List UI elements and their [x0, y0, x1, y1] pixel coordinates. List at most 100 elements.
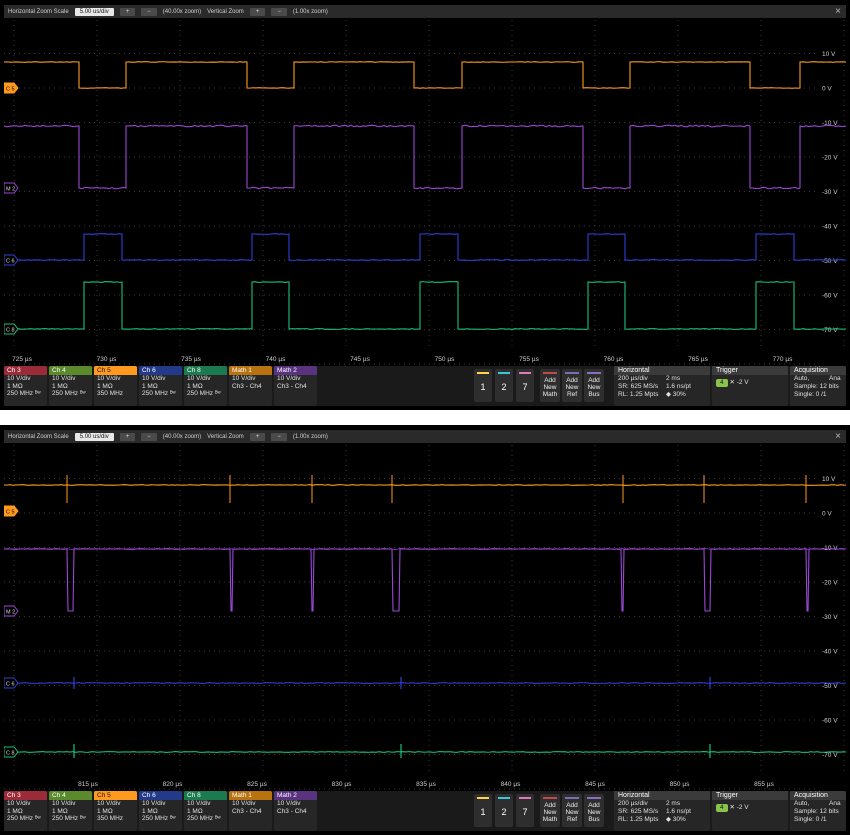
close-icon[interactable]: ×: [835, 430, 841, 443]
trigger-panel[interactable]: Trigger 4 ✕ -2 V: [712, 791, 788, 831]
svg-text:M 2: M 2: [6, 610, 15, 616]
acquisition-panel[interactable]: Acquisition Auto, Ana Sample: 12 bits Si…: [790, 791, 846, 831]
acq-sample: Sample: 12 bits: [790, 808, 846, 816]
zoom-plus-button[interactable]: +: [120, 433, 136, 441]
vzoom-plus-button[interactable]: +: [250, 433, 266, 441]
volt-tick-label: -60 V: [822, 293, 838, 300]
acq-mode: Auto,: [794, 375, 809, 382]
vzoom-plus-button[interactable]: +: [250, 8, 266, 16]
scope-screen-top: Horizontal Zoom Scale 5.00 us/div + − (4…: [0, 0, 850, 410]
h-pct: ◆ 30%: [666, 391, 686, 399]
channel-badge-math1[interactable]: Math 1 10 V/div Ch3 - Ch4: [229, 366, 272, 406]
channel-number-button-2[interactable]: 2: [495, 369, 513, 402]
channel-badge-ch4[interactable]: Ch 4 10 V/div 1 MΩ 250 MHz ᴮʷ: [49, 791, 92, 831]
time-tick-label: 750 µs: [435, 356, 455, 363]
channel-number-button-1[interactable]: 1: [474, 369, 492, 402]
channel-number-button-1[interactable]: 1: [474, 794, 492, 827]
channel-badge-ch6[interactable]: Ch 6 10 V/div 1 MΩ 250 MHz ᴮʷ: [139, 366, 182, 406]
channel-badge-header: Math 1: [229, 791, 272, 800]
add-new-bus-button[interactable]: Add New Bus: [584, 369, 604, 402]
h-rl: RL: 1.25 Mpts: [618, 391, 658, 398]
channel-number-button-2[interactable]: 2: [495, 794, 513, 827]
channel-badge-line: 1 MΩ: [4, 383, 47, 391]
svg-text:M 2: M 2: [6, 187, 15, 193]
zoom-toolbar: Horizontal Zoom Scale 5.00 us/div + − (4…: [4, 5, 846, 18]
channel-badge-ch3[interactable]: Ch 3 10 V/div 1 MΩ 250 MHz ᴮʷ: [4, 366, 47, 406]
waveform-svg: 10 V0 V-10 V-20 V-30 V-40 V-50 V-60 V-70…: [4, 445, 846, 790]
time-tick-label: 830 µs: [332, 781, 352, 788]
panel-title: Trigger: [712, 791, 788, 800]
trigger-level: -2 V: [737, 379, 749, 386]
horizontal-panel[interactable]: Horizontal 200 µs/div 2 ms SR: 625 MS/s 1.…: [614, 366, 710, 406]
h-scale: 200 µs/div: [618, 375, 648, 382]
channel-badge-ch4[interactable]: Ch 4 10 V/div 1 MΩ 250 MHz ᴮʷ: [49, 366, 92, 406]
trace-label[interactable]: C 5: [4, 83, 18, 93]
waveform-plot[interactable]: 10 V0 V -10 V -20 V -30 V -40 V -50 V -60 V -70…: [4, 20, 846, 365]
add-new-bus-button[interactable]: Add New Bus: [584, 794, 604, 827]
h-pos: 2 ms: [666, 375, 680, 383]
channel-badge-ch6[interactable]: Ch 6 10 V/div 1 MΩ 250 MHz ᴮʷ: [139, 791, 182, 831]
channel-badge-ch8[interactable]: Ch 8 10 V/div 1 MΩ 250 MHz ᴮʷ: [184, 366, 227, 406]
horizontal-zoom-value[interactable]: 5.00 us/div: [75, 433, 114, 441]
svg-text:C 8: C 8: [6, 751, 15, 757]
volt-tick-label: -40 V: [822, 649, 838, 656]
ch8-trace: [4, 752, 846, 753]
trace-label[interactable]: M 2: [4, 183, 18, 193]
channel-badge-math2[interactable]: Math 2 10 V/div Ch3 - Ch4: [274, 791, 317, 831]
channel-badge-math1[interactable]: Math 1 10 V/div Ch3 - Ch4: [229, 791, 272, 831]
channel-badge-math2[interactable]: Math 2 10 V/div Ch3 - Ch4: [274, 366, 317, 406]
channel-badge-line: 250 MHz ᴮʷ: [139, 390, 182, 398]
channel-badge-line: 10 V/div: [229, 800, 272, 808]
trace-label[interactable]: C 6: [4, 255, 18, 265]
time-tick-label: 730 µs: [97, 356, 117, 363]
add-new-ref-button[interactable]: Add New Ref: [562, 794, 582, 827]
channel-number-button-7[interactable]: 7: [516, 794, 534, 827]
trigger-source: 4: [716, 379, 728, 387]
waveform-svg: 10 V0 V-10 V-20 V-30 V-40 V-50 V-60 V-70…: [4, 20, 846, 365]
channel-badge-line: 10 V/div: [229, 375, 272, 383]
channel-badge-line: 250 MHz ᴮʷ: [184, 815, 227, 823]
zoom-minus-button[interactable]: −: [141, 433, 157, 441]
channel-number-button-7[interactable]: 7: [516, 369, 534, 402]
zoom-plus-button[interactable]: +: [120, 8, 136, 16]
add-new-ref-button[interactable]: Add New Ref: [562, 369, 582, 402]
vzoom-minus-button[interactable]: −: [271, 433, 287, 441]
trigger-panel[interactable]: Trigger 4 ✕ -2 V: [712, 366, 788, 406]
time-tick-label: 845 µs: [585, 781, 605, 788]
trace-label[interactable]: C 8: [4, 324, 18, 334]
vertical-zoom-label: Vertical Zoom: [207, 9, 244, 15]
trace-label[interactable]: M 2: [4, 606, 18, 616]
channel-badge-line: Ch3 - Ch4: [274, 383, 317, 391]
channel-badge-line: 10 V/div: [274, 375, 317, 383]
horizontal-panel[interactable]: Horizontal 200 µs/div 2 ms SR: 625 MS/s 1.…: [614, 791, 710, 831]
panel-title: Trigger: [712, 366, 788, 375]
time-tick-label: 745 µs: [350, 356, 370, 363]
channel-badge-line: 10 V/div: [94, 375, 137, 383]
acq-single: Single: 0 /1: [790, 391, 846, 399]
channel-badge-ch8[interactable]: Ch 8 10 V/div 1 MΩ 250 MHz ᴮʷ: [184, 791, 227, 831]
acquisition-panel[interactable]: Acquisition Auto, Ana Sample: 12 bits Si…: [790, 366, 846, 406]
channel-badge-ch5[interactable]: Ch 5 10 V/div 1 MΩ 350 MHz: [94, 366, 137, 406]
channel-badge-ch3[interactable]: Ch 3 10 V/div 1 MΩ 250 MHz ᴮʷ: [4, 791, 47, 831]
trace-label[interactable]: C 8: [4, 747, 18, 757]
close-icon[interactable]: ×: [835, 5, 841, 18]
horizontal-zoom-factor: (40.00x zoom): [163, 434, 201, 440]
trace-label[interactable]: C 6: [4, 678, 18, 688]
zoom-minus-button[interactable]: −: [141, 8, 157, 16]
channel-badge-header: Math 2: [274, 366, 317, 375]
channel-badge-header: Ch 8: [184, 366, 227, 375]
add-new-math-button[interactable]: Add New Math: [540, 794, 560, 827]
vzoom-minus-button[interactable]: −: [271, 8, 287, 16]
add-new-math-button[interactable]: Add New Math: [540, 369, 560, 402]
horizontal-zoom-value[interactable]: 5.00 us/div: [75, 8, 114, 16]
trace-label[interactable]: C 5: [4, 506, 18, 516]
volt-tick-label: -30 V: [822, 614, 838, 621]
channel-badge-header: Ch 4: [49, 366, 92, 375]
channel-badge-line: Ch3 - Ch4: [274, 808, 317, 816]
channel-badge-line: 350 MHz: [94, 390, 137, 398]
channel-badge-ch5[interactable]: Ch 5 10 V/div 1 MΩ 350 MHz: [94, 791, 137, 831]
volt-tick-label: -50 V: [822, 258, 838, 265]
channel-badge-header: Ch 6: [139, 366, 182, 375]
waveform-plot[interactable]: 10 V0 V -10 V -20 V -30 V -40 V -50 V -60 V -70…: [4, 445, 846, 790]
acq-extra: Ana: [829, 375, 841, 382]
